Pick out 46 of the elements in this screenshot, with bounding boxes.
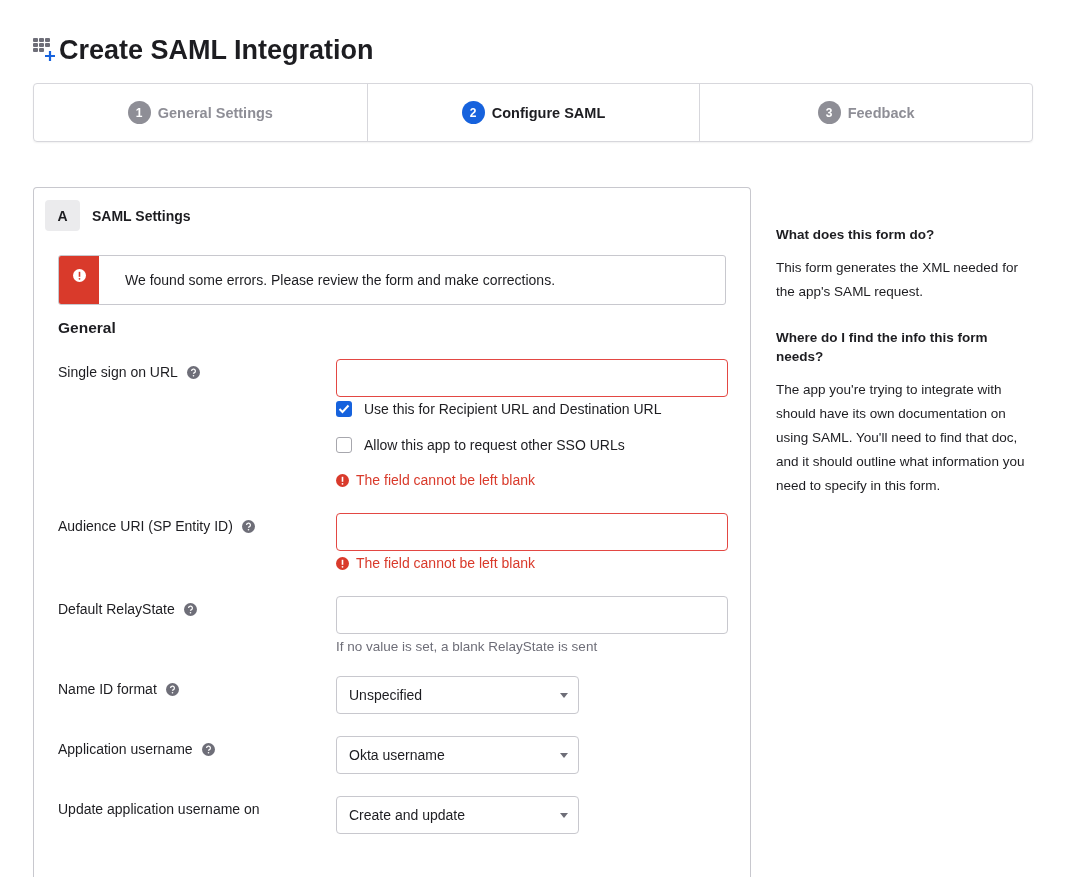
field-label: Audience URI (SP Entity ID) — [58, 518, 233, 534]
help-heading: Where do I find the info this form needs? — [776, 329, 989, 366]
field-label: Update application username on — [58, 801, 260, 817]
help-icon[interactable] — [186, 366, 200, 379]
field-label: Name ID format — [58, 681, 157, 697]
text-input[interactable] — [336, 359, 728, 397]
step-number[interactable]: 1 — [127, 101, 151, 124]
help-text: The app you're trying to integrate with should have its own documentation on using SAML. You'll need to find that doc, and it should outline what information you need to specify in this form. — [776, 381, 1026, 495]
field-label: Single sign on URL — [58, 364, 178, 380]
caret-icon — [560, 752, 568, 758]
alert-message: We found some errors. Please review the form and make corrections. — [125, 272, 556, 288]
app-grid-plus-icon — [33, 38, 57, 62]
text-input[interactable] — [336, 596, 728, 634]
checkbox[interactable] — [336, 401, 352, 417]
field-label: Application username — [58, 741, 193, 757]
field-label: Default RelayState — [58, 601, 175, 617]
section-letter: A — [45, 200, 80, 231]
help-icon[interactable] — [241, 520, 255, 533]
step-label[interactable]: Feedback — [847, 104, 915, 121]
field-hint: If no value is set, a blank RelayState is sent — [336, 639, 599, 654]
error-message: The field cannot be left blank — [356, 555, 535, 571]
section-title: SAML Settings — [92, 207, 191, 224]
alert-icon — [72, 269, 86, 282]
step-label[interactable]: General Settings — [157, 104, 273, 121]
error-icon — [336, 473, 349, 487]
select-dropdown[interactable]: Okta username — [336, 736, 579, 774]
checkbox-label: Use this for Recipient URL and Destination URL — [364, 401, 662, 417]
caret-icon — [560, 812, 568, 818]
group-title: General — [58, 319, 117, 337]
help-icon[interactable] — [165, 683, 179, 696]
error-icon — [336, 556, 349, 570]
page-title: Create SAML Integration — [59, 34, 374, 66]
step-number[interactable]: 2 — [461, 101, 485, 124]
help-icon[interactable] — [183, 603, 197, 616]
select-dropdown[interactable]: Unspecified — [336, 676, 579, 714]
checkbox-label: Allow this app to request other SSO URLs — [364, 437, 625, 453]
error-message: The field cannot be left blank — [356, 472, 535, 488]
checkbox[interactable] — [336, 437, 352, 453]
step-label[interactable]: Configure SAML — [491, 104, 606, 121]
caret-icon — [560, 692, 568, 698]
help-text: This form generates the XML needed for the app's SAML request. — [776, 259, 1019, 301]
text-input[interactable] — [336, 513, 728, 551]
help-heading: What does this form do? — [776, 226, 936, 244]
step-number[interactable]: 3 — [817, 101, 841, 124]
help-icon[interactable] — [201, 743, 215, 756]
select-dropdown[interactable]: Create and update — [336, 796, 579, 834]
